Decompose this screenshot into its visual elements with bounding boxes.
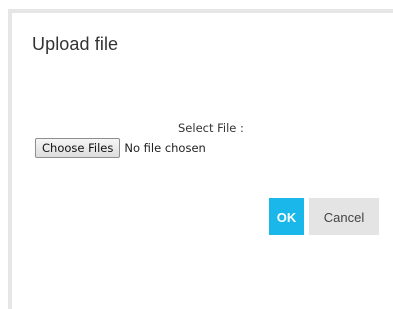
file-input: Choose Files No file chosen (35, 138, 206, 158)
file-status-text: No file chosen (124, 141, 206, 155)
select-file-label: Select File : (178, 121, 244, 135)
choose-files-button[interactable]: Choose Files (35, 138, 121, 158)
cancel-button[interactable]: Cancel (309, 198, 379, 235)
dialog-title: Upload file (32, 34, 119, 54)
upload-dialog: Upload file Select File : Choose Files N… (8, 9, 393, 309)
ok-button[interactable]: OK (269, 198, 304, 235)
